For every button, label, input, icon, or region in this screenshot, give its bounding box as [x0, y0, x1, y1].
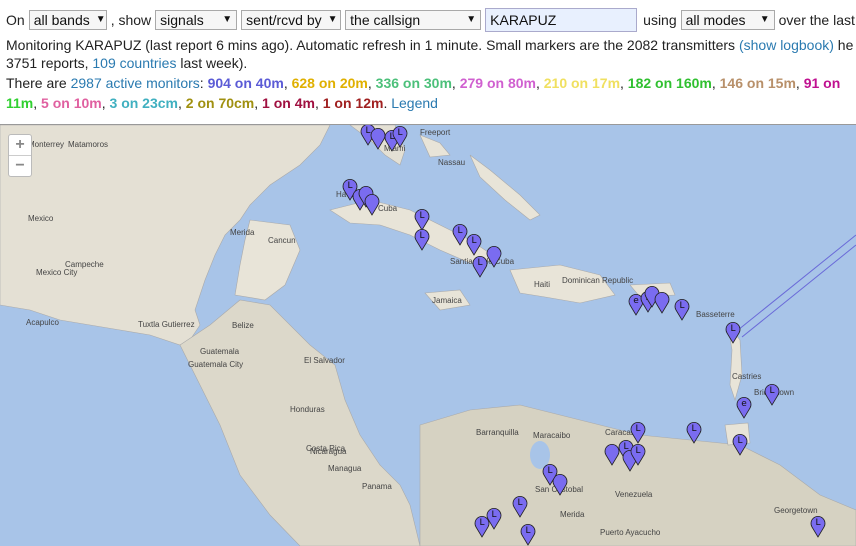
map-label: Dominican Republic	[562, 276, 633, 285]
map-view[interactable]: Monterrey Matamoros Mexico Mexico City Campe…	[0, 124, 856, 546]
pin-letter: L	[737, 436, 742, 446]
map-label: Guatemala City	[188, 360, 243, 369]
band-count[interactable]: 336 on 30m	[376, 75, 452, 91]
map-label: Campeche	[65, 260, 104, 269]
band-select[interactable]: all bands ▼	[28, 10, 107, 30]
filter-row: On all bands ▼ , show signals ▼ sent/rcvd …	[6, 8, 855, 32]
map-label: Puerto Ayacucho	[600, 528, 661, 537]
pin-letter: L	[471, 236, 476, 246]
pin-letter: L	[419, 211, 424, 221]
pin-letter: L	[397, 128, 402, 138]
map-label: Cancun	[268, 236, 296, 245]
band-count[interactable]: 146 on 15m	[720, 75, 796, 91]
pin-letter: L	[365, 126, 370, 136]
band-count[interactable]: 628 on 20m	[292, 75, 368, 91]
map-label: Nassau	[438, 158, 465, 167]
active-monitors-link[interactable]: 2987 active monitors	[71, 75, 200, 91]
monitors-line-2: 11m, 5 on 10m, 3 on 23cm, 2 on 70cm, 1 o…	[6, 95, 438, 111]
map-label: Merida	[560, 510, 585, 519]
zoom-in-button[interactable]: +	[9, 135, 31, 155]
zoom-out-button[interactable]: −	[9, 155, 31, 176]
on-label: On	[6, 12, 25, 28]
map-label: Acapulco	[26, 318, 59, 327]
monitors-line: There are 2987 active monitors: 904 on 4…	[6, 75, 841, 91]
reports-line: 3751 reports, 109 countries last week).	[6, 55, 248, 71]
map-label: Jamaica	[432, 296, 462, 305]
target-select[interactable]: the callsign ▼	[345, 10, 482, 30]
pin-letter: L	[525, 526, 530, 536]
band-count[interactable]: 904 on 40m	[208, 75, 284, 91]
map-label: Tuxtla Gutierrez	[138, 320, 195, 329]
map-label: Panama	[362, 482, 392, 491]
pin-letter: L	[347, 181, 352, 191]
map-label: Guatemala	[200, 347, 240, 356]
status-line: Monitoring KARAPUZ (last report 6 mins a…	[6, 37, 854, 53]
pin-letter: L	[635, 424, 640, 434]
map-label: Castries	[732, 372, 761, 381]
map-label: Managua	[328, 464, 362, 473]
map-label: Mexico	[28, 214, 54, 223]
band-count[interactable]: 210 on 17m	[544, 75, 620, 91]
pin-letter: L	[457, 226, 462, 236]
map-label: Maracaibo	[533, 431, 571, 440]
pin-letter: L	[730, 324, 735, 334]
pin-letter: L	[547, 466, 552, 476]
zoom-control: + −	[8, 134, 32, 177]
band-count[interactable]: 2 on 70cm	[186, 95, 254, 111]
direction-select[interactable]: sent/rcvd by ▼	[241, 10, 342, 30]
map-label: Georgetown	[774, 506, 818, 515]
band-count[interactable]: 1 on 4m	[262, 95, 315, 111]
pin-letter: L	[679, 301, 684, 311]
pin-letter: e	[633, 296, 639, 306]
over-label: over the last	[778, 12, 855, 28]
map-label: Honduras	[290, 405, 325, 414]
map-label: Merida	[230, 228, 255, 237]
map-label: Venezuela	[615, 490, 653, 499]
pin-letter: L	[419, 231, 424, 241]
map-label: Mexico City	[36, 268, 77, 277]
controls-panel: On all bands ▼ , show signals ▼ sent/rcvd …	[0, 0, 856, 124]
chevron-down-icon: ▼	[466, 14, 477, 25]
chevron-down-icon: ▼	[95, 14, 106, 25]
map-label: El Salvador	[304, 356, 345, 365]
pin-letter: L	[815, 518, 820, 528]
map-label: Belize	[232, 321, 254, 330]
pin-letter: L	[691, 424, 696, 434]
pin-letter: L	[635, 446, 640, 456]
show-logbook-link[interactable]: (show logbook)	[739, 37, 834, 53]
pin-letter: L	[477, 258, 482, 268]
map-label: Monterrey	[28, 140, 64, 149]
map-canvas[interactable]: Monterrey Matamoros Mexico Mexico CityCampe…	[0, 125, 856, 546]
pin-letter: e	[741, 399, 747, 409]
pin-letter: L	[517, 498, 522, 508]
band-count[interactable]: 91 on	[804, 75, 841, 91]
map-label: Basseterre	[696, 310, 735, 319]
map-label: Barranquilla	[476, 428, 519, 437]
pin-letter: L	[479, 518, 484, 528]
map-label: Matamoros	[68, 140, 108, 149]
legend-link[interactable]: Legend	[391, 95, 438, 111]
mode-select[interactable]: all modes ▼	[680, 10, 775, 30]
band-count[interactable]: 279 on 80m	[460, 75, 536, 91]
pin-letter: L	[491, 510, 496, 520]
show-label: , show	[110, 12, 152, 28]
band-count[interactable]: 1 on 12m	[323, 95, 384, 111]
band-count[interactable]: 182 on 160m	[628, 75, 712, 91]
map-label: Costa Rica	[306, 444, 346, 453]
band-count[interactable]: 3 on 23cm	[110, 95, 178, 111]
show-select[interactable]: signals ▼	[155, 10, 238, 30]
map-label: Caracas	[605, 428, 635, 437]
chevron-down-icon: ▼	[327, 14, 338, 25]
map-label: Cuba	[378, 204, 398, 213]
band-count[interactable]: 11m	[6, 95, 33, 111]
pin-letter: L	[769, 386, 774, 396]
callsign-input[interactable]: KARAPUZ	[485, 8, 638, 32]
using-label: using	[643, 12, 677, 28]
map-label: Freeport	[420, 128, 451, 137]
map-label: Haiti	[534, 280, 550, 289]
chevron-down-icon: ▼	[759, 14, 770, 25]
chevron-down-icon: ▼	[222, 14, 233, 25]
countries-link[interactable]: 109 countries	[92, 55, 176, 71]
band-count[interactable]: 5 on 10m	[41, 95, 102, 111]
